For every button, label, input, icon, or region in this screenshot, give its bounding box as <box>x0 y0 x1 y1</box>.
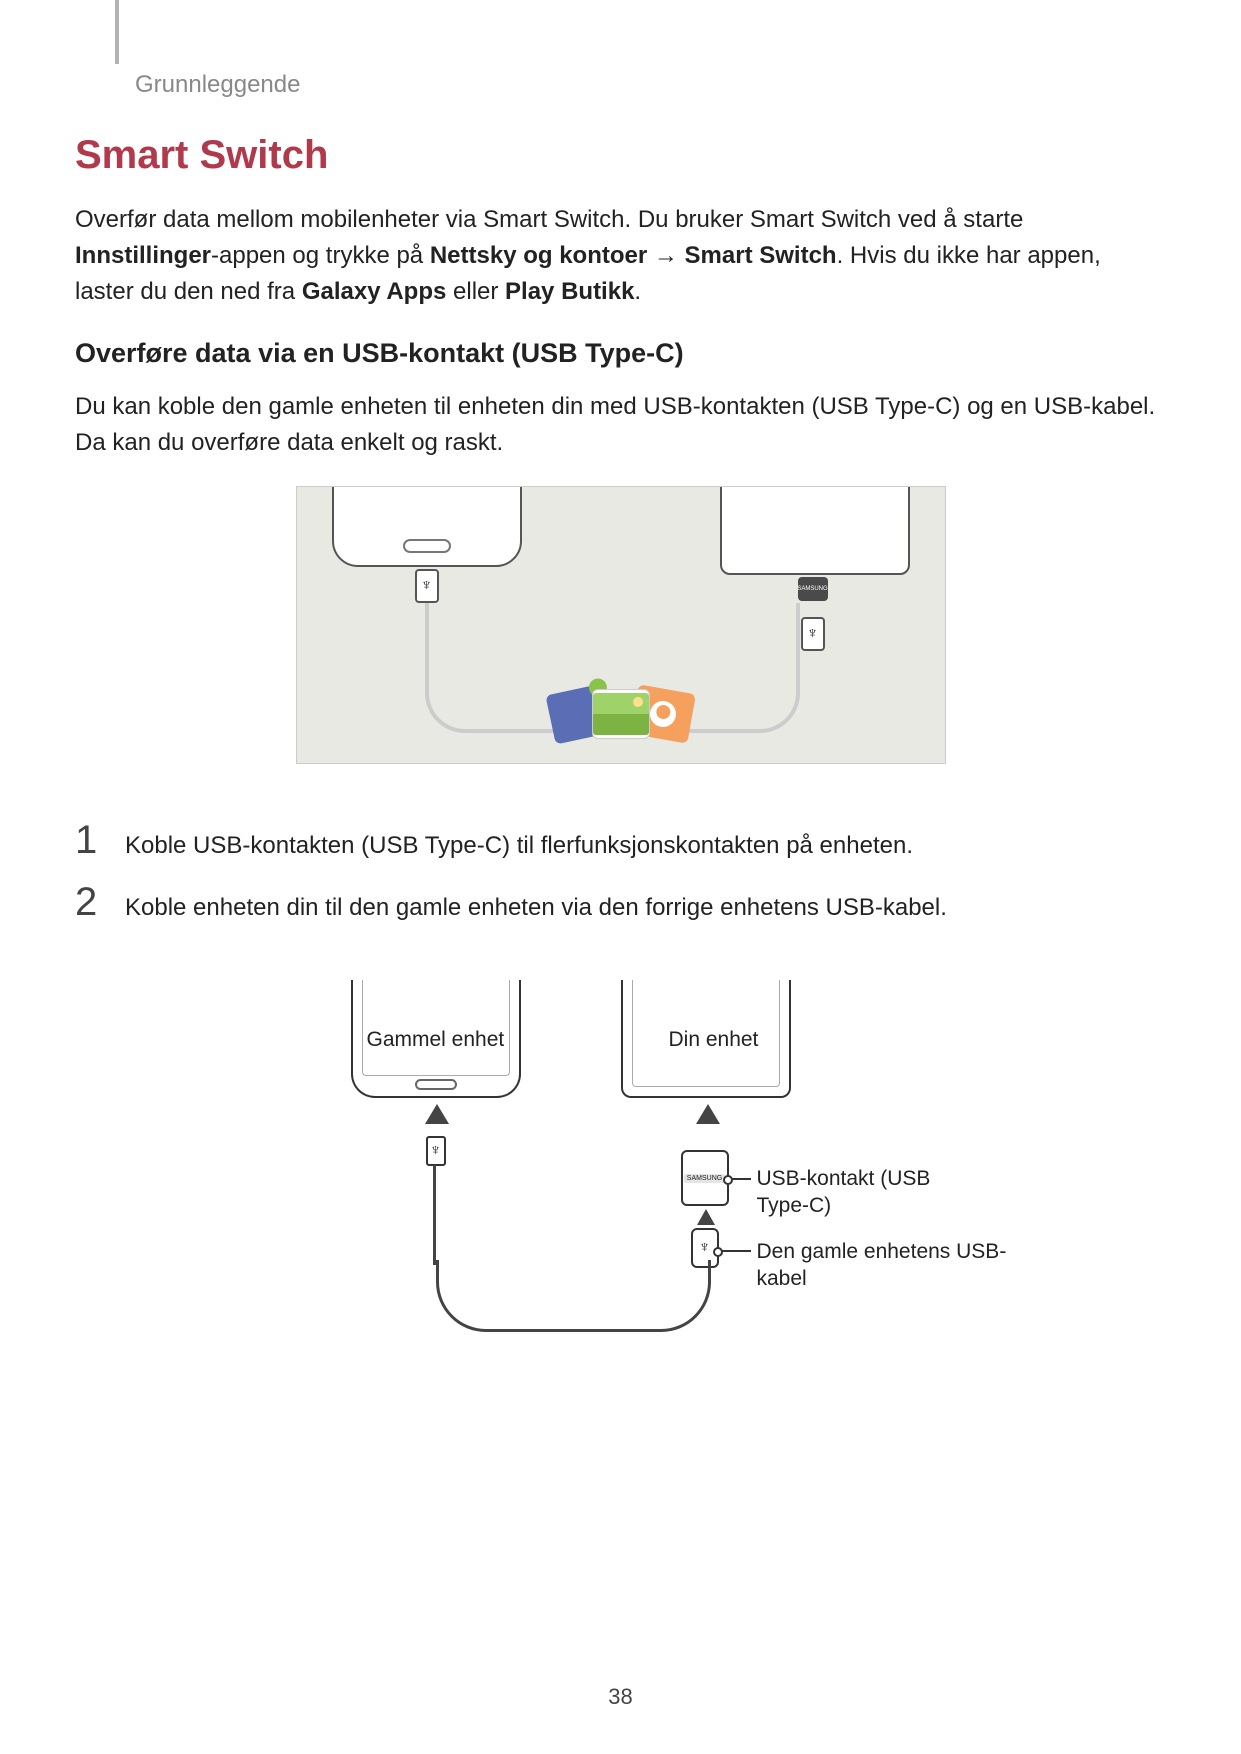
step-number: 1 <box>75 820 103 860</box>
media-transfer-icon <box>558 689 684 739</box>
callout-usb-cable: Den gamle enhetens USB-kabel <box>757 1238 1017 1293</box>
intro-paragraph: Overfør data mellom mobilenheter via Sma… <box>75 202 1166 310</box>
step-text: Koble enheten din til den gamle enheten … <box>125 882 947 926</box>
intro-bold-playbutikk: Play Butikk <box>505 278 634 305</box>
usb-plug-icon <box>415 569 439 603</box>
arrow-up-icon <box>697 1209 715 1225</box>
step-number: 2 <box>75 882 103 922</box>
leader-line <box>729 1178 751 1180</box>
subheading: Overføre data via en USB-kontakt (USB Ty… <box>75 338 1166 369</box>
photo-icon <box>592 689 650 739</box>
arrow-up-icon <box>425 1104 449 1124</box>
step-item: 1 Koble USB-kontakten (USB Type-C) til f… <box>75 820 1166 864</box>
figure-connection-diagram: Gammel enhet Din enhet SAMSUNG USB-konta… <box>241 980 1001 1380</box>
intro-bold-settings: Innstillinger <box>75 242 211 269</box>
leader-dot-icon <box>723 1175 733 1185</box>
steps-list: 1 Koble USB-kontakten (USB Type-C) til f… <box>75 794 1166 952</box>
cable-segment-icon <box>433 1165 437 1265</box>
intro-text: -appen og trykke på <box>211 242 430 269</box>
page-title: Smart Switch <box>75 133 1166 178</box>
usb-c-connector-icon: SAMSUNG <box>681 1150 729 1206</box>
intro-bold-galaxyapps: Galaxy Apps <box>302 278 447 305</box>
label-old-device: Gammel enhet <box>367 1028 505 1052</box>
step-text: Koble USB-kontakten (USB Type-C) til fle… <box>125 820 913 864</box>
intro-text: eller <box>446 278 505 305</box>
new-phone-icon <box>720 486 910 575</box>
arrow-up-icon <box>696 1104 720 1124</box>
label-your-device: Din enhet <box>669 1028 759 1052</box>
intro-bold-smartswitch: Smart Switch <box>685 242 837 269</box>
intro-text: Overfør data mellom mobilenheter via Sma… <box>75 206 1023 233</box>
intro-arrow: → <box>647 242 684 269</box>
figure-transfer-overview: SAMSUNG <box>296 486 946 764</box>
cable-icon <box>436 1260 711 1332</box>
old-phone-icon <box>332 486 522 567</box>
breadcrumb: Grunnleggende <box>75 38 1166 98</box>
leader-line <box>719 1250 751 1252</box>
usb-plug-icon <box>426 1136 446 1166</box>
connector-brand-label: SAMSUNG <box>684 1174 725 1183</box>
callout-usb-connector: USB-kontakt (USB Type-C) <box>757 1165 977 1220</box>
intro-text: . <box>634 278 641 305</box>
leader-dot-icon <box>713 1247 723 1257</box>
page-number: 38 <box>0 1684 1241 1710</box>
usb-plug-icon <box>801 617 825 651</box>
header-accent-bar <box>115 0 119 64</box>
intro-bold-cloud: Nettsky og kontoer <box>430 242 647 269</box>
sub-paragraph: Du kan koble den gamle enheten til enhet… <box>75 389 1166 461</box>
step-item: 2 Koble enheten din til den gamle enhete… <box>75 882 1166 926</box>
usb-c-connector-icon: SAMSUNG <box>798 577 828 601</box>
